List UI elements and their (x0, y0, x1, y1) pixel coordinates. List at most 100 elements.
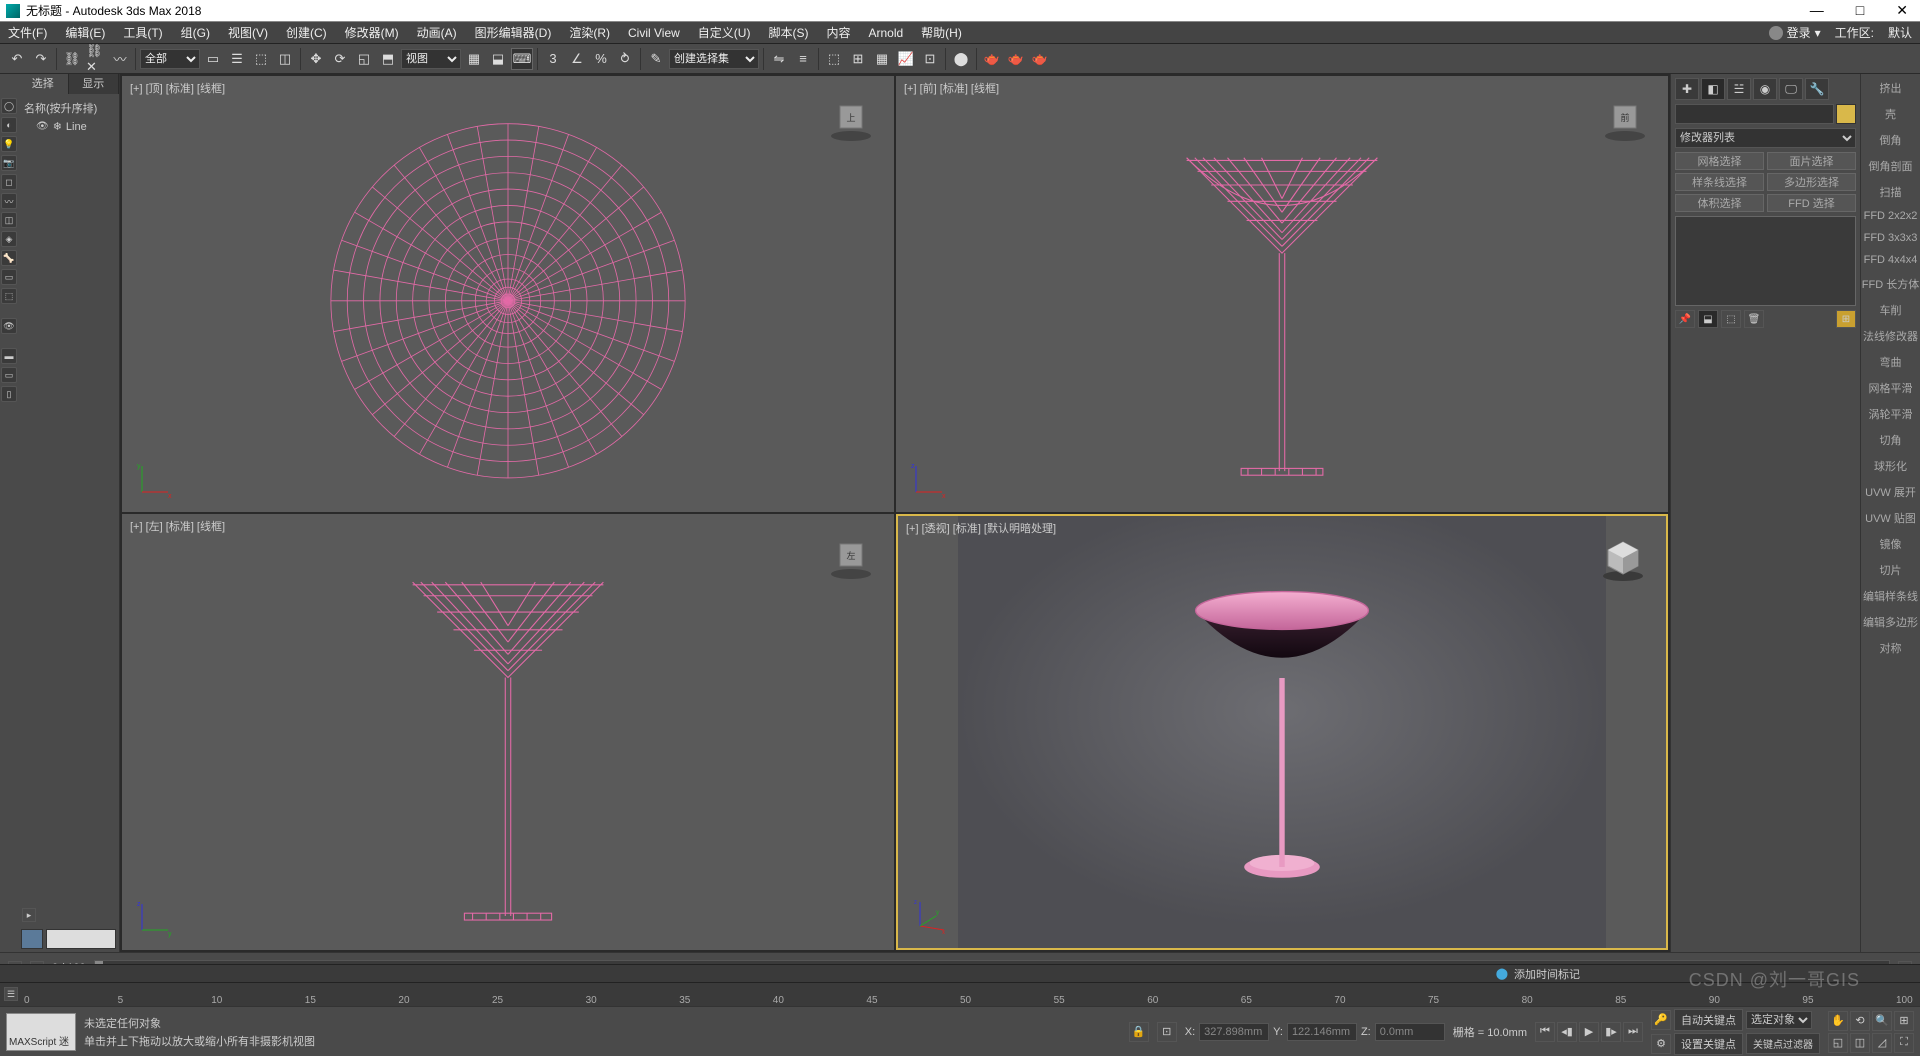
menu-file[interactable]: 文件(F) (8, 24, 47, 41)
field-of-view-icon[interactable]: ◿ (1872, 1033, 1892, 1053)
sort-desc-icon[interactable]: ▭ (1, 367, 17, 383)
create-tab[interactable]: ✚ (1675, 78, 1699, 100)
viewport-front[interactable]: [+] [前] [标准] [线框] 前 xz (896, 76, 1668, 512)
visibility-icon[interactable]: 👁 (36, 121, 49, 132)
mod-slice[interactable]: 切片 (1880, 562, 1902, 578)
display-geometry-icon[interactable]: ◯ (1, 98, 17, 114)
menu-tools[interactable]: 工具(T) (123, 24, 162, 41)
window-crossing-button[interactable]: ◫ (274, 48, 296, 70)
pin-stack-icon[interactable]: 📌 (1675, 310, 1695, 328)
viewport-left[interactable]: [+] [左] [标准] [线框] 左 yz (122, 514, 894, 950)
spline-select-button[interactable]: 样条线选择 (1675, 173, 1764, 191)
snap-toggle-icon[interactable]: ⬤ (1496, 967, 1508, 980)
mod-bevel[interactable]: 倒角 (1880, 132, 1902, 148)
freeze-icon[interactable]: ❄ (53, 120, 62, 133)
set-key-icon[interactable]: 🔑 (1651, 1010, 1671, 1030)
render-setup-button[interactable]: 🫖 (981, 48, 1003, 70)
display-lights-icon[interactable]: 💡 (1, 136, 17, 152)
selection-filter[interactable]: 全部 (140, 49, 200, 69)
ffd-select-button[interactable]: FFD 选择 (1767, 194, 1856, 212)
mod-spherify[interactable]: 球形化 (1874, 458, 1907, 474)
link-button[interactable]: ⛓ (61, 48, 83, 70)
menu-civilview[interactable]: Civil View (628, 26, 680, 40)
keyfilter-button[interactable]: 关键点过滤器 (1746, 1033, 1820, 1054)
select-object-button[interactable]: ▭ (202, 48, 224, 70)
menu-scripting[interactable]: 脚本(S) (768, 24, 808, 41)
modifier-list-dropdown[interactable]: 修改器列表 (1675, 128, 1856, 148)
display-bones-icon[interactable]: 🦴 (1, 250, 17, 266)
curve-editor-button[interactable]: 📈 (895, 48, 917, 70)
layout-preset-split[interactable] (21, 929, 43, 949)
named-selection-sets[interactable]: 创建选择集 (669, 49, 759, 69)
schematic-button[interactable]: ⊡ (919, 48, 941, 70)
mod-turbosmooth[interactable]: 涡轮平滑 (1869, 406, 1913, 422)
patch-select-button[interactable]: 面片选择 (1767, 152, 1856, 170)
render-button[interactable]: 🫖 (1029, 48, 1051, 70)
mesh-select-button[interactable]: 网格选择 (1675, 152, 1764, 170)
spinner-snap-button[interactable]: ⥁ (614, 48, 636, 70)
zoom-extents-icon[interactable]: ◱ (1828, 1033, 1848, 1053)
object-color-swatch[interactable] (1836, 104, 1856, 124)
percent-snap-button[interactable]: % (590, 48, 612, 70)
expand-button[interactable]: ▸ (22, 908, 36, 922)
material-editor-button[interactable]: ⬤ (950, 48, 972, 70)
login-button[interactable]: 登录 ▾ (1769, 24, 1821, 41)
mod-lathe[interactable]: 车削 (1880, 302, 1902, 318)
mod-symmetry[interactable]: 对称 (1880, 640, 1902, 656)
menu-group[interactable]: 组(G) (181, 24, 210, 41)
find-icon[interactable]: ▯ (1, 386, 17, 402)
maximize-viewport-icon[interactable]: ⛶ (1894, 1033, 1914, 1053)
keyboard-shortcut-button[interactable]: ⌨ (511, 48, 533, 70)
scene-tab-select[interactable]: 选择 (18, 74, 69, 94)
display-frozen-icon[interactable]: ⬚ (1, 288, 17, 304)
layer-button[interactable]: ⬚ (823, 48, 845, 70)
mod-editpoly[interactable]: 编辑多边形 (1863, 614, 1918, 630)
mod-chamfer[interactable]: 切角 (1880, 432, 1902, 448)
edit-named-sets-button[interactable]: ✎ (645, 48, 667, 70)
menu-grapheditors[interactable]: 图形编辑器(D) (475, 24, 552, 41)
menu-views[interactable]: 视图(V) (228, 24, 268, 41)
zoom-extents-all-icon[interactable]: ◫ (1850, 1033, 1870, 1053)
select-by-name-button[interactable]: ☰ (226, 48, 248, 70)
bind-spacewarp-button[interactable]: 〰 (109, 48, 131, 70)
display-xrefs-icon[interactable]: ◈ (1, 231, 17, 247)
setkey-toggle[interactable]: 设置关键点 (1674, 1033, 1743, 1055)
mod-ffdbox[interactable]: FFD 长方体 (1862, 276, 1919, 292)
redo-button[interactable]: ↷ (30, 48, 52, 70)
scene-tree-item[interactable]: 👁 ❄ Line (22, 118, 115, 135)
mirror-button[interactable]: ⇋ (768, 48, 790, 70)
zoom-icon[interactable]: 🔍 (1872, 1011, 1892, 1031)
render-frame-button[interactable]: 🫖 (1005, 48, 1027, 70)
mod-shell[interactable]: 壳 (1885, 106, 1896, 122)
menu-edit[interactable]: 编辑(E) (65, 24, 105, 41)
mod-meshsmooth[interactable]: 网格平滑 (1869, 380, 1913, 396)
scene-explorer-button[interactable]: ⊞ (847, 48, 869, 70)
undo-button[interactable]: ↶ (6, 48, 28, 70)
display-cameras-icon[interactable]: 📷 (1, 155, 17, 171)
unlink-button[interactable]: ⛓✕ (85, 48, 107, 70)
object-name-field[interactable] (1675, 104, 1834, 124)
menu-modifiers[interactable]: 修改器(M) (345, 24, 399, 41)
menu-rendering[interactable]: 渲染(R) (569, 24, 610, 41)
utilities-tab[interactable]: 🔧 (1805, 78, 1829, 100)
mod-extrude[interactable]: 挤出 (1880, 80, 1902, 96)
modify-tab[interactable]: ◧ (1701, 78, 1725, 100)
layout-preset-single[interactable] (46, 929, 116, 949)
pivot-center-button[interactable]: ▦ (463, 48, 485, 70)
configure-modifier-sets-icon[interactable]: ⊞ (1836, 310, 1856, 328)
mod-ffd2[interactable]: FFD 2x2x2 (1864, 210, 1918, 222)
display-tab[interactable]: 🖵 (1779, 78, 1803, 100)
mod-uvwmap[interactable]: UVW 贴图 (1865, 510, 1916, 526)
mod-editspline[interactable]: 编辑样条线 (1863, 588, 1918, 604)
track-expand-icon[interactable]: ☰ (4, 987, 18, 1001)
hierarchy-tab[interactable]: ☱ (1727, 78, 1751, 100)
mod-ffd4[interactable]: FFD 4x4x4 (1864, 254, 1918, 266)
menu-create[interactable]: 创建(C) (286, 24, 327, 41)
scale-button[interactable]: ◱ (353, 48, 375, 70)
align-button[interactable]: ≡ (792, 48, 814, 70)
display-spacewarps-icon[interactable]: 〰 (1, 193, 17, 209)
mod-sweep[interactable]: 扫描 (1880, 184, 1902, 200)
angle-snap-button[interactable]: ∠ (566, 48, 588, 70)
vol-select-button[interactable]: 体积选择 (1675, 194, 1764, 212)
display-containers-icon[interactable]: ▭ (1, 269, 17, 285)
